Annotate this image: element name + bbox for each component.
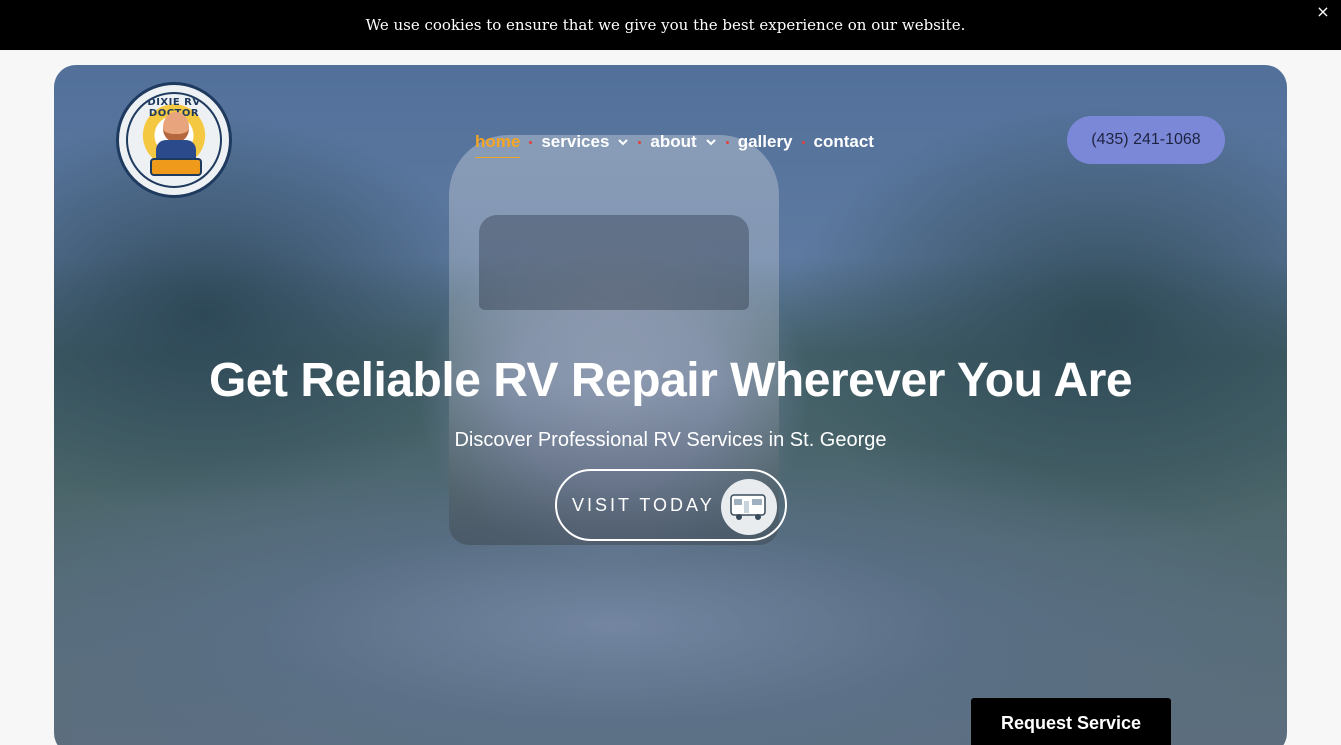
nav-item-label: home — [475, 132, 521, 151]
phone-button[interactable]: (435) 241-1068 — [1067, 116, 1225, 164]
nav-separator — [725, 140, 729, 144]
visit-today-label: VISIT TODAY — [572, 494, 715, 515]
nav-item-about[interactable]: about — [650, 132, 716, 152]
nav-item-label: services — [541, 132, 610, 151]
chevron-down-icon — [617, 136, 629, 148]
visit-today-button[interactable]: VISIT TODAY — [555, 469, 787, 541]
nav-item-home[interactable]: home — [475, 132, 521, 158]
nav-item-gallery[interactable]: gallery — [738, 132, 793, 152]
rv-icon — [721, 479, 777, 535]
hero-background-windshield — [479, 215, 749, 310]
logo-mascot-face — [163, 112, 189, 142]
cookie-message: We use cookies to ensure that we give yo… — [365, 16, 966, 34]
logo-rv-icon — [150, 158, 202, 176]
nav-item-contact[interactable]: contact — [814, 132, 874, 152]
nav-separator — [638, 140, 642, 144]
cookie-banner: We use cookies to ensure that we give yo… — [0, 0, 1341, 50]
request-service-button[interactable]: Request Service — [971, 698, 1171, 745]
hero-subhead: Discover Professional RV Services in St.… — [454, 429, 887, 451]
nav-separator — [801, 140, 805, 144]
nav-item-label: about — [650, 132, 697, 151]
nav-item-label: contact — [813, 132, 874, 151]
hero-headline: Get Reliable RV Repair Wherever You Are — [208, 354, 1133, 407]
site-logo[interactable]: DIXIE RV DOCTOR — [116, 82, 232, 198]
nav-item-label: gallery — [737, 132, 793, 151]
nav-separator — [529, 140, 533, 144]
logo-mascot-body — [156, 140, 196, 160]
main-nav: home services about gallery contact — [475, 127, 874, 158]
nav-item-services[interactable]: services — [541, 132, 629, 152]
logo-emblem: DIXIE RV DOCTOR — [126, 92, 222, 188]
chevron-down-icon — [705, 136, 717, 148]
hero-section: DIXIE RV DOCTOR home services about gall… — [54, 65, 1287, 745]
close-icon[interactable]: × — [1315, 4, 1331, 20]
